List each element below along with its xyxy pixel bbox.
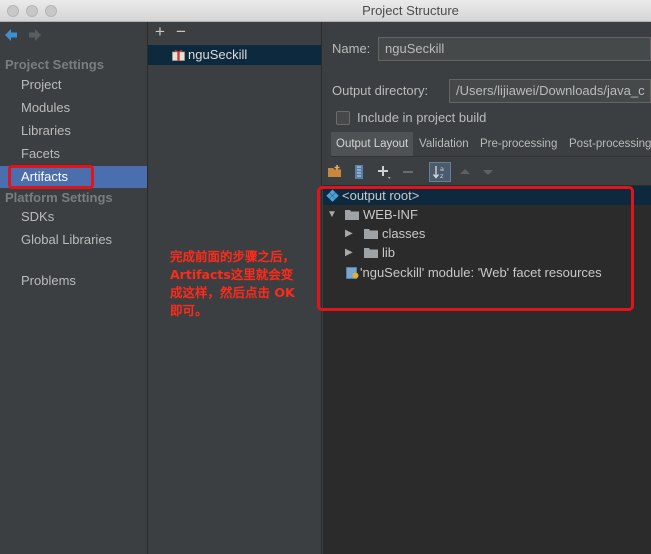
move-down-icon[interactable] — [479, 163, 497, 181]
output-directory-label: Output directory: — [332, 83, 429, 98]
folder-icon — [364, 229, 378, 239]
annotation-note: 完成前面的步骤之后， Artifacts这里就会变 成这样，然后点击 OK 即可… — [170, 248, 340, 320]
chevron-right-icon[interactable]: ▶ — [345, 248, 355, 258]
tree-item-label: 'nguSeckill' module: 'Web' facet resourc… — [360, 265, 602, 280]
tree-item-label: classes — [382, 226, 426, 241]
artifact-tabs: Output Layout Validation Pre-processing … — [331, 132, 651, 156]
tabs-divider — [331, 156, 651, 157]
annotation-line: 成这样，然后点击 OK — [170, 285, 295, 300]
tree-item-web-inf[interactable]: ▼ WEB-INF — [323, 205, 651, 224]
remove-element-icon[interactable] — [399, 163, 417, 181]
tree-item-classes[interactable]: ▶ classes — [323, 224, 651, 243]
window-title: Project Structure — [362, 3, 459, 18]
artifact-list-item[interactable]: nguSeckill — [148, 45, 321, 65]
sidebar-item-facets[interactable]: Facets — [0, 143, 147, 165]
sidebar-item-problems[interactable]: Problems — [0, 270, 147, 292]
folder-icon — [364, 248, 378, 258]
tab-post-processing[interactable]: Post-processing — [564, 132, 651, 156]
annotation-line: 即可。 — [170, 303, 208, 318]
tree-item-output-root[interactable]: <output root> — [323, 186, 651, 205]
output-directory-field[interactable]: /Users/lijiawei/Downloads/java_c — [449, 79, 651, 103]
remove-artifact-button[interactable]: − — [172, 23, 190, 41]
title-bar: Project Structure — [0, 0, 651, 22]
settings-sidebar: Project Settings Project Modules Librari… — [0, 22, 148, 554]
tab-output-layout[interactable]: Output Layout — [331, 132, 414, 156]
chevron-down-icon[interactable]: ▼ — [327, 210, 337, 220]
folder-icon — [345, 210, 359, 220]
sidebar-item-artifacts[interactable]: Artifacts — [0, 166, 147, 188]
platform-settings-header: Platform Settings — [5, 190, 113, 205]
tree-item-label: lib — [382, 245, 396, 260]
sidebar-item-sdks[interactable]: SDKs — [0, 206, 147, 228]
sort-elements-icon[interactable]: a z — [429, 162, 451, 182]
annotation-line: 完成前面的步骤之后， — [170, 249, 296, 264]
sidebar-item-libraries[interactable]: Libraries — [0, 120, 147, 142]
svg-text:z: z — [440, 172, 444, 180]
add-copy-icon[interactable] — [375, 163, 393, 181]
tree-item-label: <output root> — [342, 188, 420, 203]
tab-validation[interactable]: Validation — [414, 132, 474, 156]
tree-item-lib[interactable]: ▶ lib — [323, 243, 651, 262]
sidebar-item-global-libraries[interactable]: Global Libraries — [0, 229, 147, 251]
include-in-build-checkbox[interactable] — [336, 111, 350, 125]
artifact-name: nguSeckill — [188, 47, 248, 62]
annotation-line: Artifacts这里就会变 — [170, 267, 294, 282]
sidebar-item-project[interactable]: Project — [0, 74, 147, 96]
sidebar-item-modules[interactable]: Modules — [0, 97, 147, 119]
create-directory-icon[interactable] — [326, 163, 344, 181]
tab-pre-processing[interactable]: Pre-processing — [475, 132, 562, 156]
name-field[interactable]: nguSeckill — [378, 37, 651, 61]
forward-arrow-icon[interactable] — [27, 27, 43, 43]
add-artifact-button[interactable]: + — [151, 23, 169, 41]
name-label: Name: — [332, 41, 371, 56]
layout-toolbar: a z — [323, 160, 651, 184]
war-archive-icon — [172, 50, 185, 61]
back-arrow-icon[interactable] — [3, 27, 19, 43]
create-archive-icon[interactable] — [350, 163, 368, 181]
move-up-icon[interactable] — [456, 163, 474, 181]
project-settings-header: Project Settings — [5, 57, 104, 72]
tree-item-label: WEB-INF — [363, 207, 418, 222]
artifact-detail-panel: Name: nguSeckill Output directory: /User… — [323, 22, 651, 554]
web-facet-icon — [346, 267, 359, 279]
include-in-build-label: Include in project build — [357, 110, 487, 125]
tree-item-web-facet-resources[interactable]: 'nguSeckill' module: 'Web' facet resourc… — [323, 263, 651, 282]
chevron-right-icon[interactable]: ▶ — [345, 229, 355, 239]
output-root-icon — [326, 189, 339, 202]
output-layout-tree: <output root> ▼ WEB-INF ▶ classes ▶ lib — [323, 185, 651, 554]
artifact-list-toolbar: + − — [148, 22, 322, 44]
